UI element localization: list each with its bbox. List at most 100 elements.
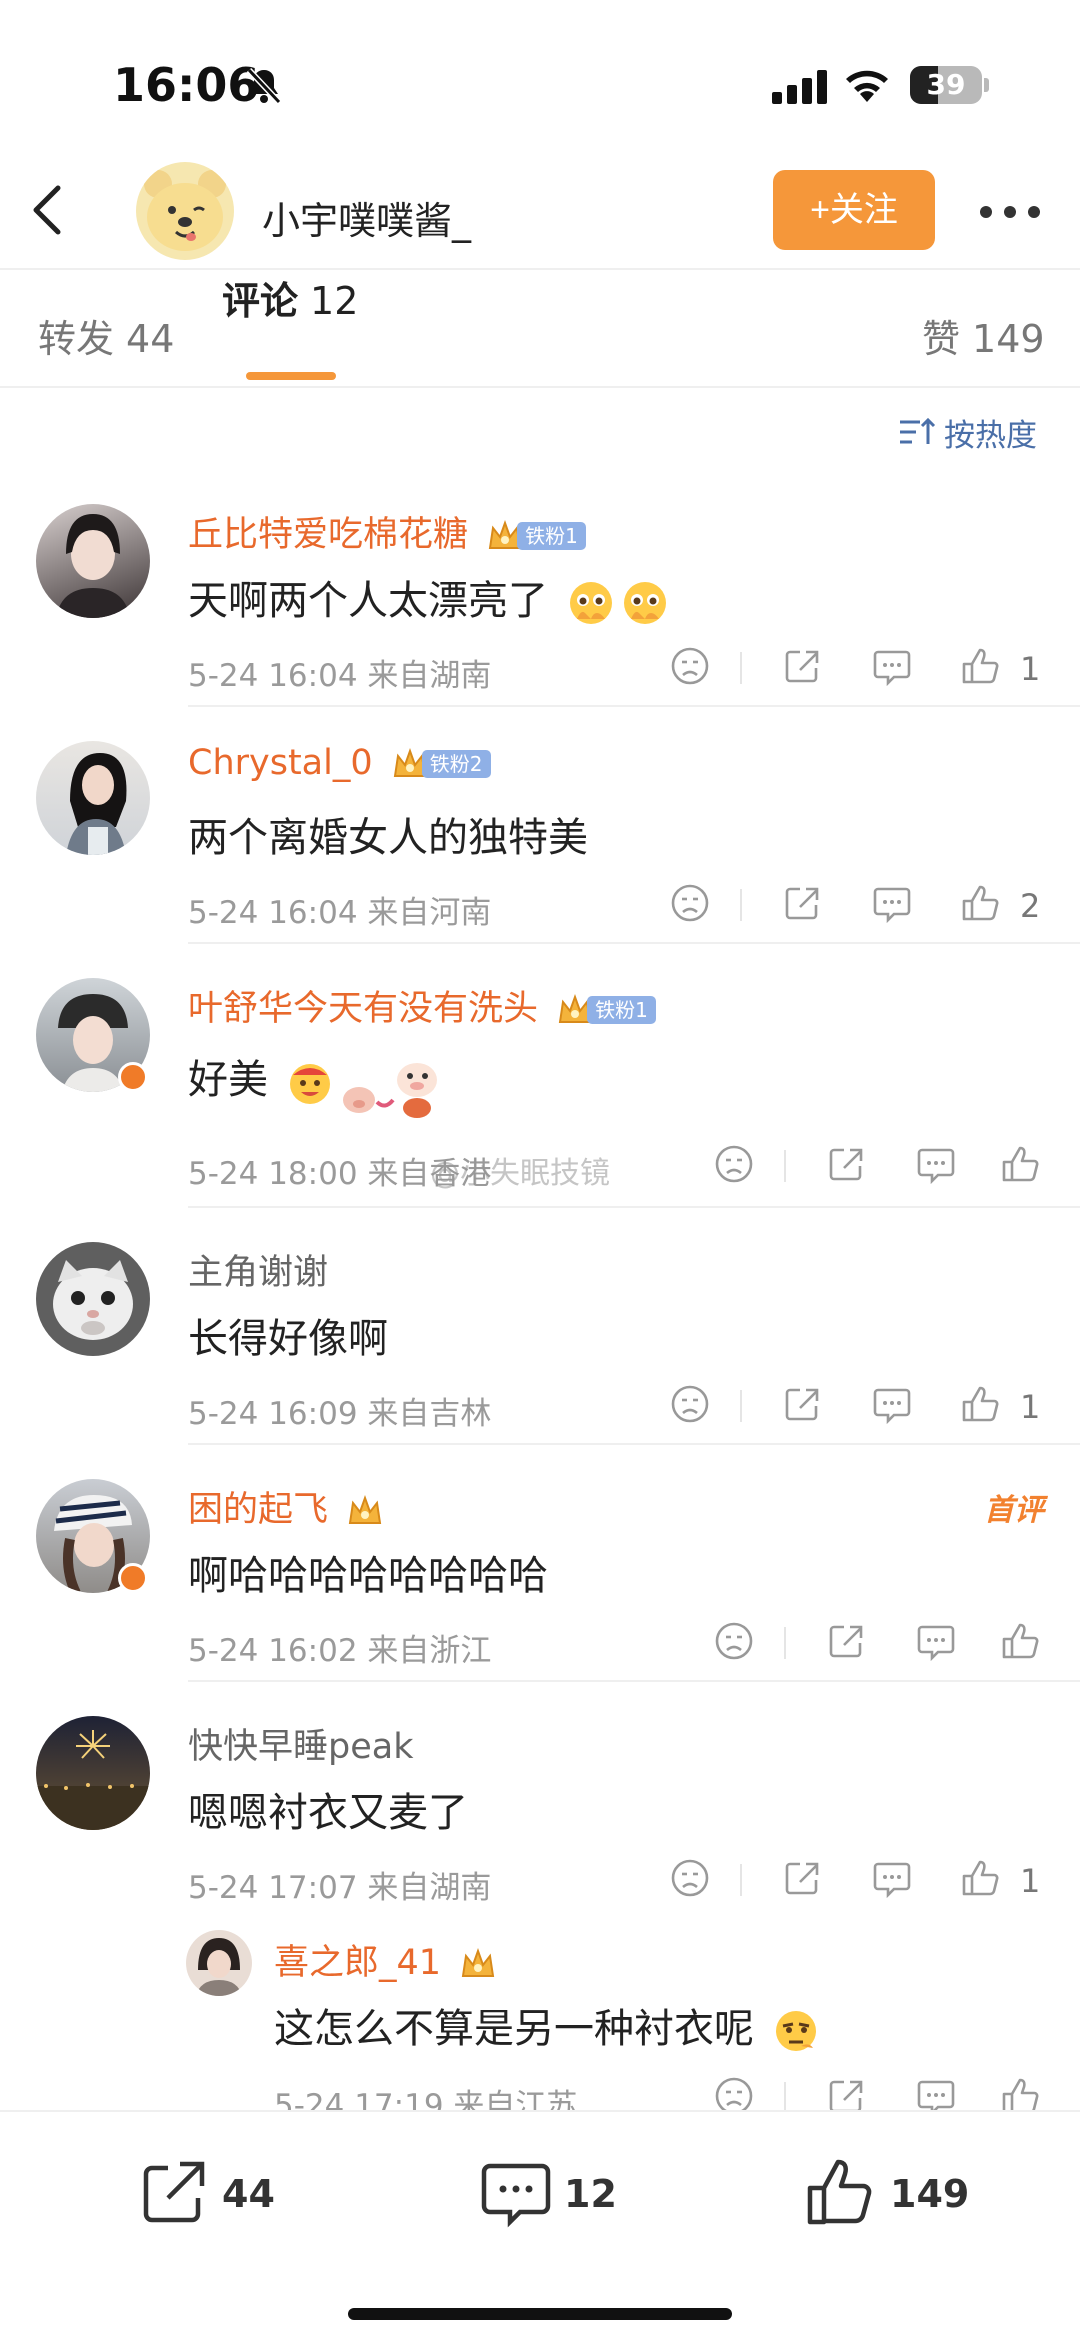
like-icon[interactable] xyxy=(958,881,1002,925)
commenter-name[interactable]: 快快早睡peak xyxy=(188,1718,413,1769)
reply-icon[interactable] xyxy=(914,1619,958,1663)
like-count: 2 xyxy=(1020,887,1041,925)
comment-text-content: 好美 xyxy=(188,1057,268,1103)
reply-item: 喜之郎_41 这怎么不算是另一种衬衣呢 5-24 17:19 来自江苏 xyxy=(0,1910,1080,2110)
battery-icon: 39 xyxy=(910,66,982,104)
tab-reposts-count: 44 xyxy=(126,317,175,361)
verified-badge-icon xyxy=(118,1062,148,1092)
commenter-name[interactable]: 叶舒华今天有没有洗头 铁粉1 xyxy=(188,980,656,1031)
comment-item: 快快早睡peak 嗯嗯衬衣又麦了 5-24 17:07 来自湖南 1 喜之郎_4… xyxy=(0,1682,1080,2110)
comment-meta: 5-24 16:09 来自吉林 xyxy=(188,1396,492,1432)
dislike-face-icon[interactable] xyxy=(712,1619,756,1663)
yummy-emoji-icon xyxy=(289,1064,330,1104)
commenter-name[interactable]: 困的起飞 xyxy=(188,1481,383,1532)
dislike-face-icon[interactable] xyxy=(668,1856,712,1900)
commenter-name[interactable]: 主角谢谢 xyxy=(188,1244,328,1295)
reply-icon[interactable] xyxy=(914,1142,958,1186)
share-icon[interactable] xyxy=(780,644,824,688)
commenter-name[interactable]: Chrystal_0 铁粉2 xyxy=(188,743,491,783)
like-icon[interactable] xyxy=(998,2074,1042,2110)
like-count: 1 xyxy=(1020,650,1041,688)
share-icon[interactable] xyxy=(780,1856,824,1900)
reply-icon[interactable] xyxy=(870,881,914,925)
reply-icon[interactable] xyxy=(870,1382,914,1426)
comment-actions xyxy=(712,1142,1042,1190)
repost-button[interactable]: 44 xyxy=(134,2152,294,2232)
mute-bell-icon xyxy=(246,67,282,105)
like-count: 1 xyxy=(1020,1388,1041,1426)
like-icon[interactable] xyxy=(958,644,1002,688)
comment-bubble-icon xyxy=(481,2163,551,2228)
battery-nub xyxy=(984,78,989,92)
tab-likes[interactable]: 赞 149 xyxy=(922,308,1045,363)
commenter-name-text: 困的起飞 xyxy=(188,1490,329,1530)
follow-button[interactable]: +关注 xyxy=(773,170,935,250)
dislike-face-icon[interactable] xyxy=(668,644,712,688)
dislike-face-icon[interactable] xyxy=(668,1382,712,1426)
comment-meta: 5-24 16:04 来自湖南 xyxy=(188,658,492,694)
like-icon[interactable] xyxy=(958,1382,1002,1426)
status-time: 16:06 xyxy=(113,58,260,112)
reply-name-text: 喜之郎_41 xyxy=(274,1943,442,1983)
reply-icon[interactable] xyxy=(914,2074,958,2110)
repost-count: 44 xyxy=(222,2172,275,2216)
reply-name[interactable]: 喜之郎_41 xyxy=(274,1934,496,1985)
reply-meta: 5-24 17:19 来自江苏 xyxy=(274,2088,578,2110)
fan-badge: 铁粉1 xyxy=(517,522,586,550)
dislike-face-icon[interactable] xyxy=(712,1142,756,1186)
commenter-avatar[interactable] xyxy=(36,504,150,618)
user-avatar[interactable] xyxy=(136,162,234,260)
like-total-count: 149 xyxy=(890,2172,970,2216)
like-icon[interactable] xyxy=(998,1619,1042,1663)
comment-actions: 1 xyxy=(668,1856,1042,1904)
commenter-avatar[interactable] xyxy=(36,1716,150,1830)
share-icon[interactable] xyxy=(824,2074,868,2110)
reply-icon[interactable] xyxy=(870,1856,914,1900)
comment-actions: 1 xyxy=(668,1382,1042,1430)
status-bar: 16:06 39 xyxy=(0,0,1080,150)
commenter-name[interactable]: 丘比特爱吃棉花糖 铁粉1 xyxy=(188,506,586,557)
share-icon[interactable] xyxy=(780,1382,824,1426)
pleading-emoji-icon xyxy=(623,582,666,624)
share-icon[interactable] xyxy=(824,1142,868,1186)
like-icon[interactable] xyxy=(958,1856,1002,1900)
tab-comments[interactable]: 评论 12 xyxy=(222,270,358,325)
first-comment-tag: 首评 xyxy=(984,1493,1044,1528)
reply-avatar[interactable] xyxy=(186,1930,252,1996)
commenter-name-text: 叶舒华今天有没有洗头 xyxy=(188,989,539,1029)
repost-icon xyxy=(143,2161,205,2223)
comment-text: 两个离婚女人的独特美 xyxy=(188,815,588,861)
sort-icon xyxy=(900,417,936,444)
commenter-avatar[interactable] xyxy=(36,1242,150,1356)
commenter-name-text: 丘比特爱吃棉花糖 xyxy=(188,515,469,555)
home-indicator[interactable] xyxy=(348,2308,732,2320)
share-icon[interactable] xyxy=(780,881,824,925)
comment-button[interactable]: 12 xyxy=(476,2152,636,2232)
comment-item: 主角谢谢 长得好像啊 5-24 16:09 来自吉林 1 xyxy=(0,1208,1080,1445)
action-separator xyxy=(740,1390,742,1422)
username[interactable]: 小宇噗噗酱_ xyxy=(262,190,471,245)
dislike-face-icon[interactable] xyxy=(712,2074,756,2110)
tab-comments-label: 评论 xyxy=(222,279,299,323)
comment-text: 好美 xyxy=(188,1042,447,1122)
action-separator xyxy=(740,652,742,684)
avatar-photo xyxy=(196,1938,242,1996)
comment-text: 嗯嗯衬衣又麦了 xyxy=(188,1790,468,1836)
comment-count: 12 xyxy=(564,2172,617,2216)
tab-reposts[interactable]: 转发 44 xyxy=(38,308,174,363)
dislike-face-icon[interactable] xyxy=(668,881,712,925)
like-count: 1 xyxy=(1020,1862,1041,1900)
comment-list[interactable]: 丘比特爱吃棉花糖 铁粉1 天啊两个人太漂亮了 5-24 16:04 来自湖南 1… xyxy=(0,470,1080,2110)
sort-label: 按热度 xyxy=(944,418,1037,454)
share-icon[interactable] xyxy=(824,1619,868,1663)
back-arrow-icon[interactable] xyxy=(22,180,72,240)
crown-icon xyxy=(462,1948,495,1977)
like-icon[interactable] xyxy=(998,1142,1042,1186)
action-separator xyxy=(784,1627,786,1659)
more-options-icon[interactable] xyxy=(980,206,1040,218)
comment-text: 长得好像啊 xyxy=(188,1316,388,1362)
like-button[interactable]: 149 xyxy=(802,2152,982,2232)
thumbs-up-icon xyxy=(807,2159,872,2225)
reply-icon[interactable] xyxy=(870,644,914,688)
commenter-avatar[interactable] xyxy=(36,741,150,855)
